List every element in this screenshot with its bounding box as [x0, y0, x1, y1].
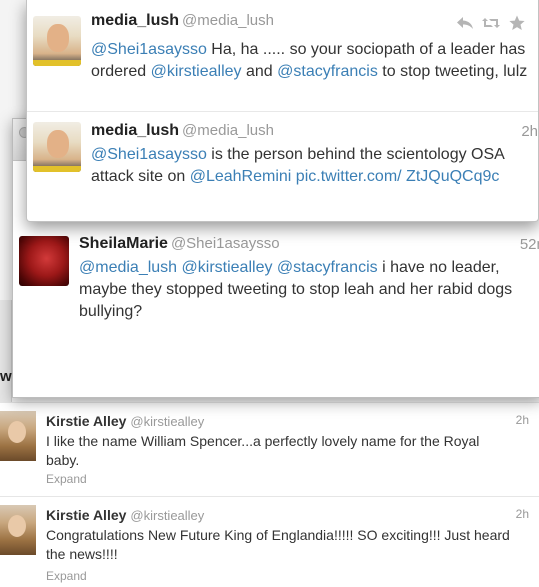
avatar[interactable]	[33, 122, 81, 172]
popup-tweet[interactable]: media_lush @media_lush @Shei1asaysso Ha, …	[27, 0, 538, 112]
author-name[interactable]: media_lush	[91, 12, 179, 29]
author-name[interactable]: Kirstie Alley	[46, 413, 126, 429]
tweet-body: and	[241, 63, 278, 80]
timeline-tweet[interactable]: Kirstie Alley @kirstiealley 2h Congratula…	[0, 496, 539, 587]
tweet-text: Congratulations New Future King of Engla…	[46, 527, 510, 562]
expand-link[interactable]: Expand	[46, 472, 87, 486]
mention-link[interactable]: @LeahRemini	[190, 168, 292, 185]
tweet-popup: media_lush @media_lush @Shei1asaysso Ha, …	[26, 0, 539, 222]
author-name[interactable]: media_lush	[91, 122, 179, 139]
favorite-star-icon[interactable]	[508, 15, 526, 31]
mention-link[interactable]: @stacyfrancis	[277, 63, 378, 80]
popup-tweet[interactable]: media_lush @media_lush 2h @Shei1asaysso i…	[27, 112, 538, 220]
reply-icon[interactable]	[456, 15, 474, 31]
avatar[interactable]	[0, 411, 36, 461]
author-handle[interactable]: @Shei1asaysso	[171, 235, 280, 252]
media-link[interactable]: pic.twitter.com/ ZtJQuQCq9c	[296, 168, 500, 185]
tweet-text: @Shei1asaysso Ha, ha ..... so your socio…	[91, 39, 531, 83]
tweet-actions	[456, 14, 526, 32]
author-handle[interactable]: @media_lush	[182, 122, 274, 139]
author-name[interactable]: Kirstie Alley	[46, 507, 126, 523]
avatar[interactable]	[33, 16, 81, 66]
tweet-text: @Shei1asaysso is the person behind the s…	[91, 144, 531, 188]
tweet-timestamp[interactable]: 52m	[520, 236, 539, 253]
tweet-body: to stop tweeting, lulz	[377, 63, 528, 80]
tweet-text: @media_lush @kirstiealley @stacyfrancis …	[79, 257, 539, 323]
tweet-author[interactable]: Kirstie Alley @kirstiealley	[46, 413, 204, 429]
mention-link[interactable]: @Shei1asaysso	[91, 146, 207, 163]
timeline-tweet[interactable]: Kirstie Alley @kirstiealley 2h I like the…	[0, 402, 539, 496]
mention-link[interactable]: @media_lush	[79, 259, 177, 276]
tweet-text: I like the name William Spencer...a perf…	[46, 433, 480, 468]
mention-link[interactable]: @Shei1asaysso	[91, 41, 207, 58]
tweet-author[interactable]: Kirstie Alley @kirstiealley	[46, 507, 204, 523]
avatar[interactable]	[19, 236, 69, 286]
tweet-timestamp[interactable]: 2h	[516, 507, 529, 521]
author-handle[interactable]: @kirstiealley	[130, 414, 204, 429]
tweet-author[interactable]: media_lush @media_lush	[91, 12, 274, 30]
partial-heading-text: w	[0, 368, 12, 385]
tweet-timestamp[interactable]: 2h	[516, 413, 529, 427]
reply-tweet[interactable]: SheilaMarie@Shei1asaysso 52m @media_lush…	[13, 223, 539, 337]
mention-link[interactable]: @stacyfrancis	[277, 259, 378, 276]
tweet-author[interactable]: SheilaMarie @Shei1asaysso	[79, 235, 280, 253]
author-name[interactable]: SheilaMarie	[79, 235, 168, 252]
retweet-icon[interactable]	[482, 15, 500, 31]
tweet-author[interactable]: media_lush @media_lush	[91, 122, 274, 140]
author-handle[interactable]: @media_lush	[182, 12, 274, 29]
tweet-timestamp[interactable]: 2h	[521, 123, 538, 140]
mention-link[interactable]: @kirstiealley	[182, 259, 273, 276]
mention-link[interactable]: @kirstiealley	[151, 63, 242, 80]
expand-link[interactable]: Expand	[46, 569, 87, 583]
avatar[interactable]	[0, 505, 36, 555]
background-window-edge	[0, 300, 12, 410]
author-handle[interactable]: @kirstiealley	[130, 508, 204, 523]
